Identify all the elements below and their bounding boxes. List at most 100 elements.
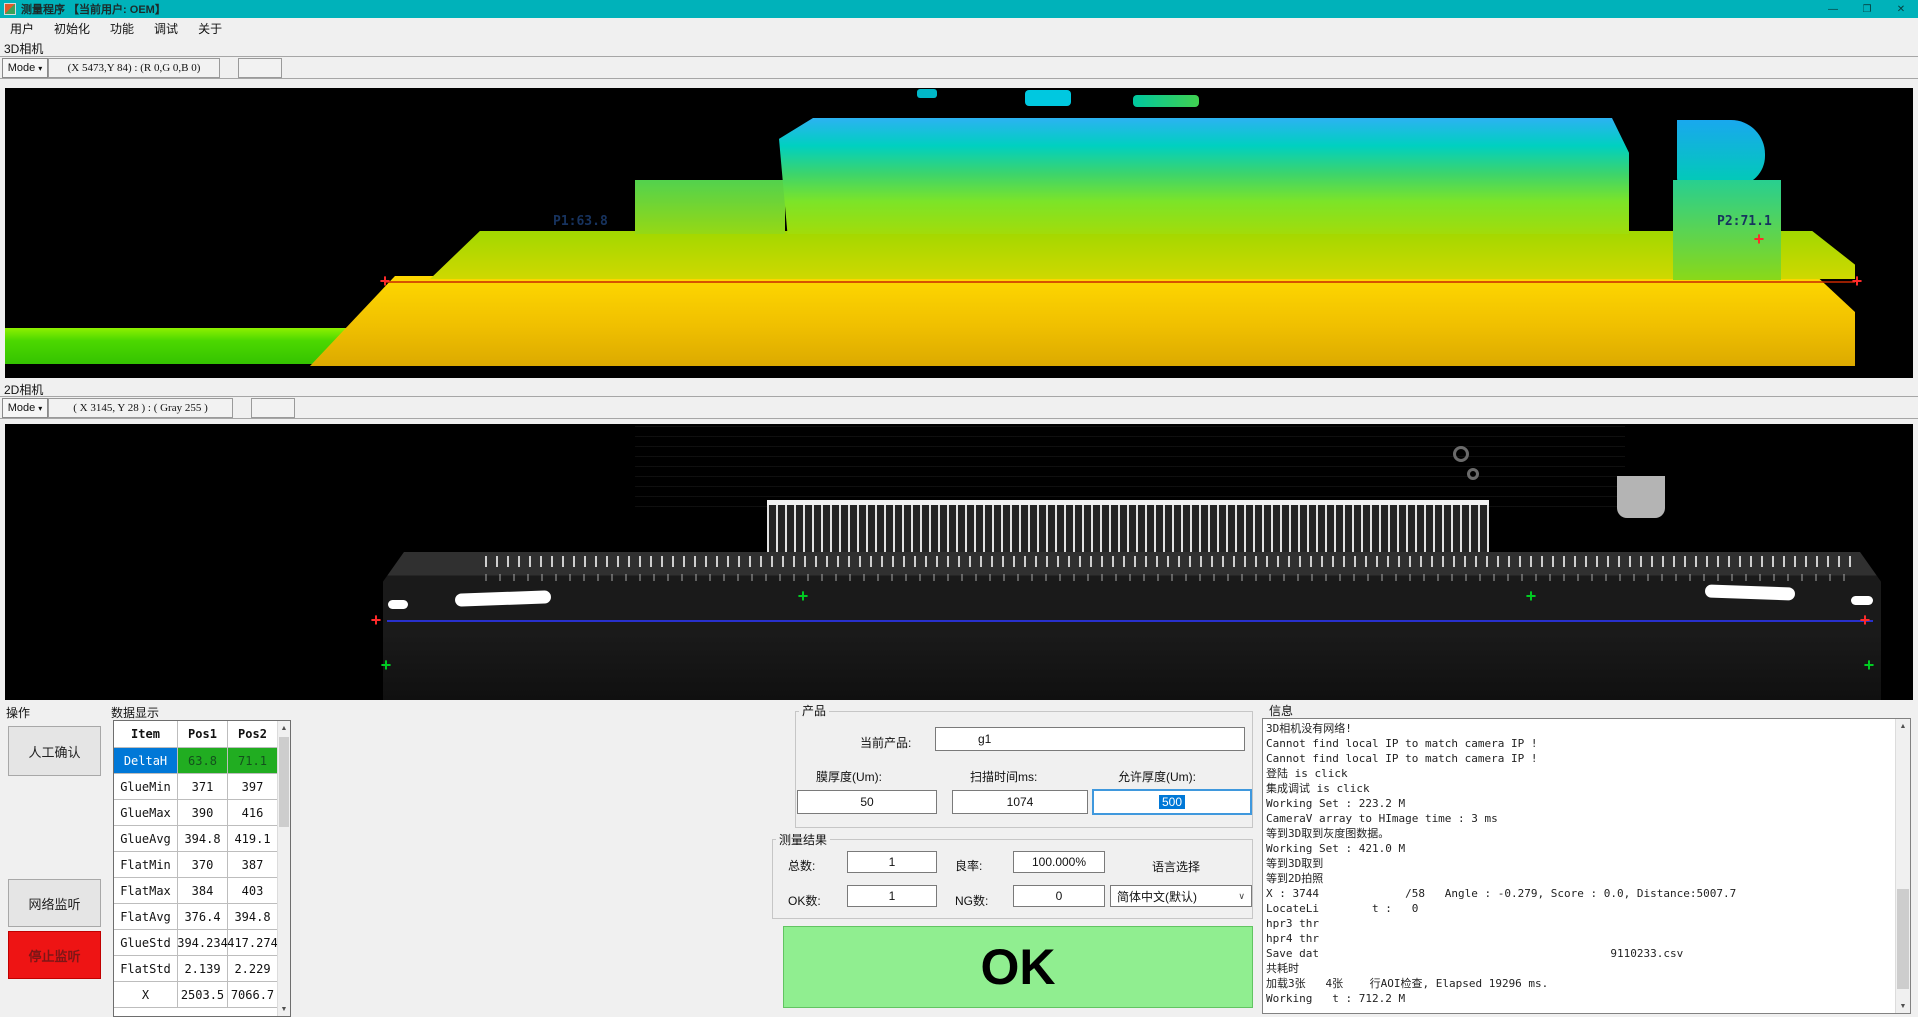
header-item: Item (114, 721, 178, 748)
log-line: Save dat 9110233.csv (1266, 946, 1893, 961)
heightmap-speck (1025, 90, 1071, 106)
cell-pos2[interactable]: 419.1 (228, 826, 278, 852)
cell-pos1[interactable]: 376.4 (178, 904, 228, 930)
table-row[interactable]: FlatAvg 376.4 394.8 (114, 904, 278, 930)
network-listen-button[interactable]: 网络监听 (8, 879, 101, 927)
log-line: Working Set : 421.0 M (1266, 841, 1893, 856)
cell-pos1[interactable]: 63.8 (178, 748, 228, 774)
cell-pos1[interactable]: 384 (178, 878, 228, 904)
crosshair-marker: + (380, 274, 390, 291)
scroll-up-icon[interactable]: ▲ (278, 721, 290, 735)
cell-pos2[interactable]: 7066.7 (228, 982, 278, 1008)
scrollbar-thumb[interactable] (1897, 889, 1909, 989)
cell-item[interactable]: FlatAvg (114, 904, 178, 930)
scan-time-label: 扫描时间ms: (970, 768, 1037, 785)
camera3d-label: 3D相机 (4, 40, 43, 57)
cell-item[interactable]: GlueAvg (114, 826, 178, 852)
cell-pos1[interactable]: 2503.5 (178, 982, 228, 1008)
ok-count-input[interactable]: 1 (847, 885, 937, 907)
log-scrollbar[interactable]: ▲ ▼ (1895, 719, 1910, 1013)
scrollbar-thumb[interactable] (279, 737, 289, 827)
table-scrollbar[interactable]: ▲ ▼ (277, 721, 290, 1016)
cell-pos2[interactable]: 2.229 (228, 956, 278, 982)
scroll-up-icon[interactable]: ▲ (1896, 719, 1910, 733)
table-row[interactable]: GlueAvg 394.8 419.1 (114, 826, 278, 852)
cell-pos2[interactable]: 417.274 (228, 930, 278, 956)
menu-bar: 用户 初始化 功能 调试 关于 (0, 18, 1918, 38)
info-log[interactable]: 3D相机没有网络! Cannot find local IP to match … (1262, 718, 1911, 1014)
current-product-input[interactable]: g1 (935, 727, 1245, 751)
heightmap-3d-view[interactable]: P1:63.8 P2:71.1 + + + (5, 88, 1913, 378)
menu-user[interactable]: 用户 (0, 18, 44, 38)
cell-item[interactable]: GlueMin (114, 774, 178, 800)
combobox-value: 简体中文(默认) (1117, 888, 1197, 905)
cell-item[interactable]: FlatStd (114, 956, 178, 982)
camera3d-toolbar-cell (238, 58, 282, 78)
cell-pos2[interactable]: 397 (228, 774, 278, 800)
total-label: 总数: (788, 857, 815, 874)
log-line: 加载3张 4张 行AOI检查, Elapsed 19296 ms. (1266, 976, 1893, 991)
cell-pos1[interactable]: 394.234 (178, 930, 228, 956)
title-bar: 测量程序 【当前用户: OEM】 — ❐ ✕ (0, 0, 1918, 18)
log-line: Cannot find local IP to match camera IP … (1266, 751, 1893, 766)
manual-confirm-button[interactable]: 人工确认 (8, 726, 101, 776)
table-row[interactable]: DeltaH 63.8 71.1 (114, 748, 278, 774)
scan-time-input[interactable]: 1074 (952, 790, 1088, 814)
language-combobox[interactable]: 简体中文(默认) ∨ (1110, 885, 1252, 907)
minimize-button[interactable]: — (1816, 0, 1850, 18)
maximize-button[interactable]: ❐ (1850, 0, 1884, 18)
log-line: 3D相机没有网络! (1266, 721, 1893, 736)
cell-pos2[interactable]: 71.1 (228, 748, 278, 774)
ng-count-input[interactable]: 0 (1013, 885, 1105, 907)
camera2d-pixel-readout: ( X 3145, Y 28 ) : ( Gray 255 ) (48, 398, 233, 418)
table-row[interactable]: FlatStd 2.139 2.229 (114, 956, 278, 982)
cell-pos2[interactable]: 403 (228, 878, 278, 904)
crosshair-marker: + (1860, 613, 1870, 630)
cell-item[interactable]: DeltaH (114, 748, 178, 774)
cell-pos1[interactable]: 371 (178, 774, 228, 800)
product-label: 产品 (799, 702, 829, 719)
heightmap-speck (1133, 95, 1199, 107)
menu-init[interactable]: 初始化 (44, 18, 100, 38)
cell-item[interactable]: FlatMax (114, 878, 178, 904)
camera2d-mode-button[interactable]: Mode ▾ (2, 398, 48, 418)
scroll-down-icon[interactable]: ▼ (1896, 999, 1910, 1013)
menu-about[interactable]: 关于 (188, 18, 232, 38)
table-row[interactable]: GlueMin 371 397 (114, 774, 278, 800)
film-thickness-input[interactable]: 50 (797, 790, 937, 814)
log-line: hpr3 thr (1266, 916, 1893, 931)
chevron-down-icon: ▾ (38, 404, 42, 413)
cell-pos2[interactable]: 416 (228, 800, 278, 826)
log-line: hpr4 thr (1266, 931, 1893, 946)
heightmap-step (635, 180, 785, 234)
cell-pos1[interactable]: 2.139 (178, 956, 228, 982)
info-label: 信息 (1266, 702, 1296, 719)
scroll-down-icon[interactable]: ▼ (278, 1002, 290, 1016)
crosshair-marker: + (798, 589, 808, 606)
cell-item[interactable]: GlueStd (114, 930, 178, 956)
table-row[interactable]: X 2503.5 7066.7 (114, 982, 278, 1008)
cell-item[interactable]: FlatMin (114, 852, 178, 878)
allow-thickness-input[interactable]: 500 (1092, 789, 1252, 815)
menu-function[interactable]: 功能 (100, 18, 144, 38)
grayscale-2d-view[interactable]: + + + + + + (5, 424, 1913, 700)
cell-pos1[interactable]: 370 (178, 852, 228, 878)
cell-item[interactable]: X (114, 982, 178, 1008)
yield-input[interactable]: 100.000% (1013, 851, 1105, 873)
crosshair-marker: + (1754, 232, 1764, 249)
solder-blob (388, 600, 408, 609)
close-button[interactable]: ✕ (1884, 0, 1918, 18)
table-row[interactable]: FlatMin 370 387 (114, 852, 278, 878)
menu-debug[interactable]: 调试 (144, 18, 188, 38)
cell-pos2[interactable]: 394.8 (228, 904, 278, 930)
table-row[interactable]: GlueStd 394.234 417.274 (114, 930, 278, 956)
cell-pos2[interactable]: 387 (228, 852, 278, 878)
camera3d-mode-button[interactable]: Mode ▾ (2, 58, 48, 78)
total-input[interactable]: 1 (847, 851, 937, 873)
stop-listen-button[interactable]: 停止监听 (8, 931, 101, 979)
cell-item[interactable]: GlueMax (114, 800, 178, 826)
cell-pos1[interactable]: 390 (178, 800, 228, 826)
cell-pos1[interactable]: 394.8 (178, 826, 228, 852)
table-row[interactable]: GlueMax 390 416 (114, 800, 278, 826)
table-row[interactable]: FlatMax 384 403 (114, 878, 278, 904)
